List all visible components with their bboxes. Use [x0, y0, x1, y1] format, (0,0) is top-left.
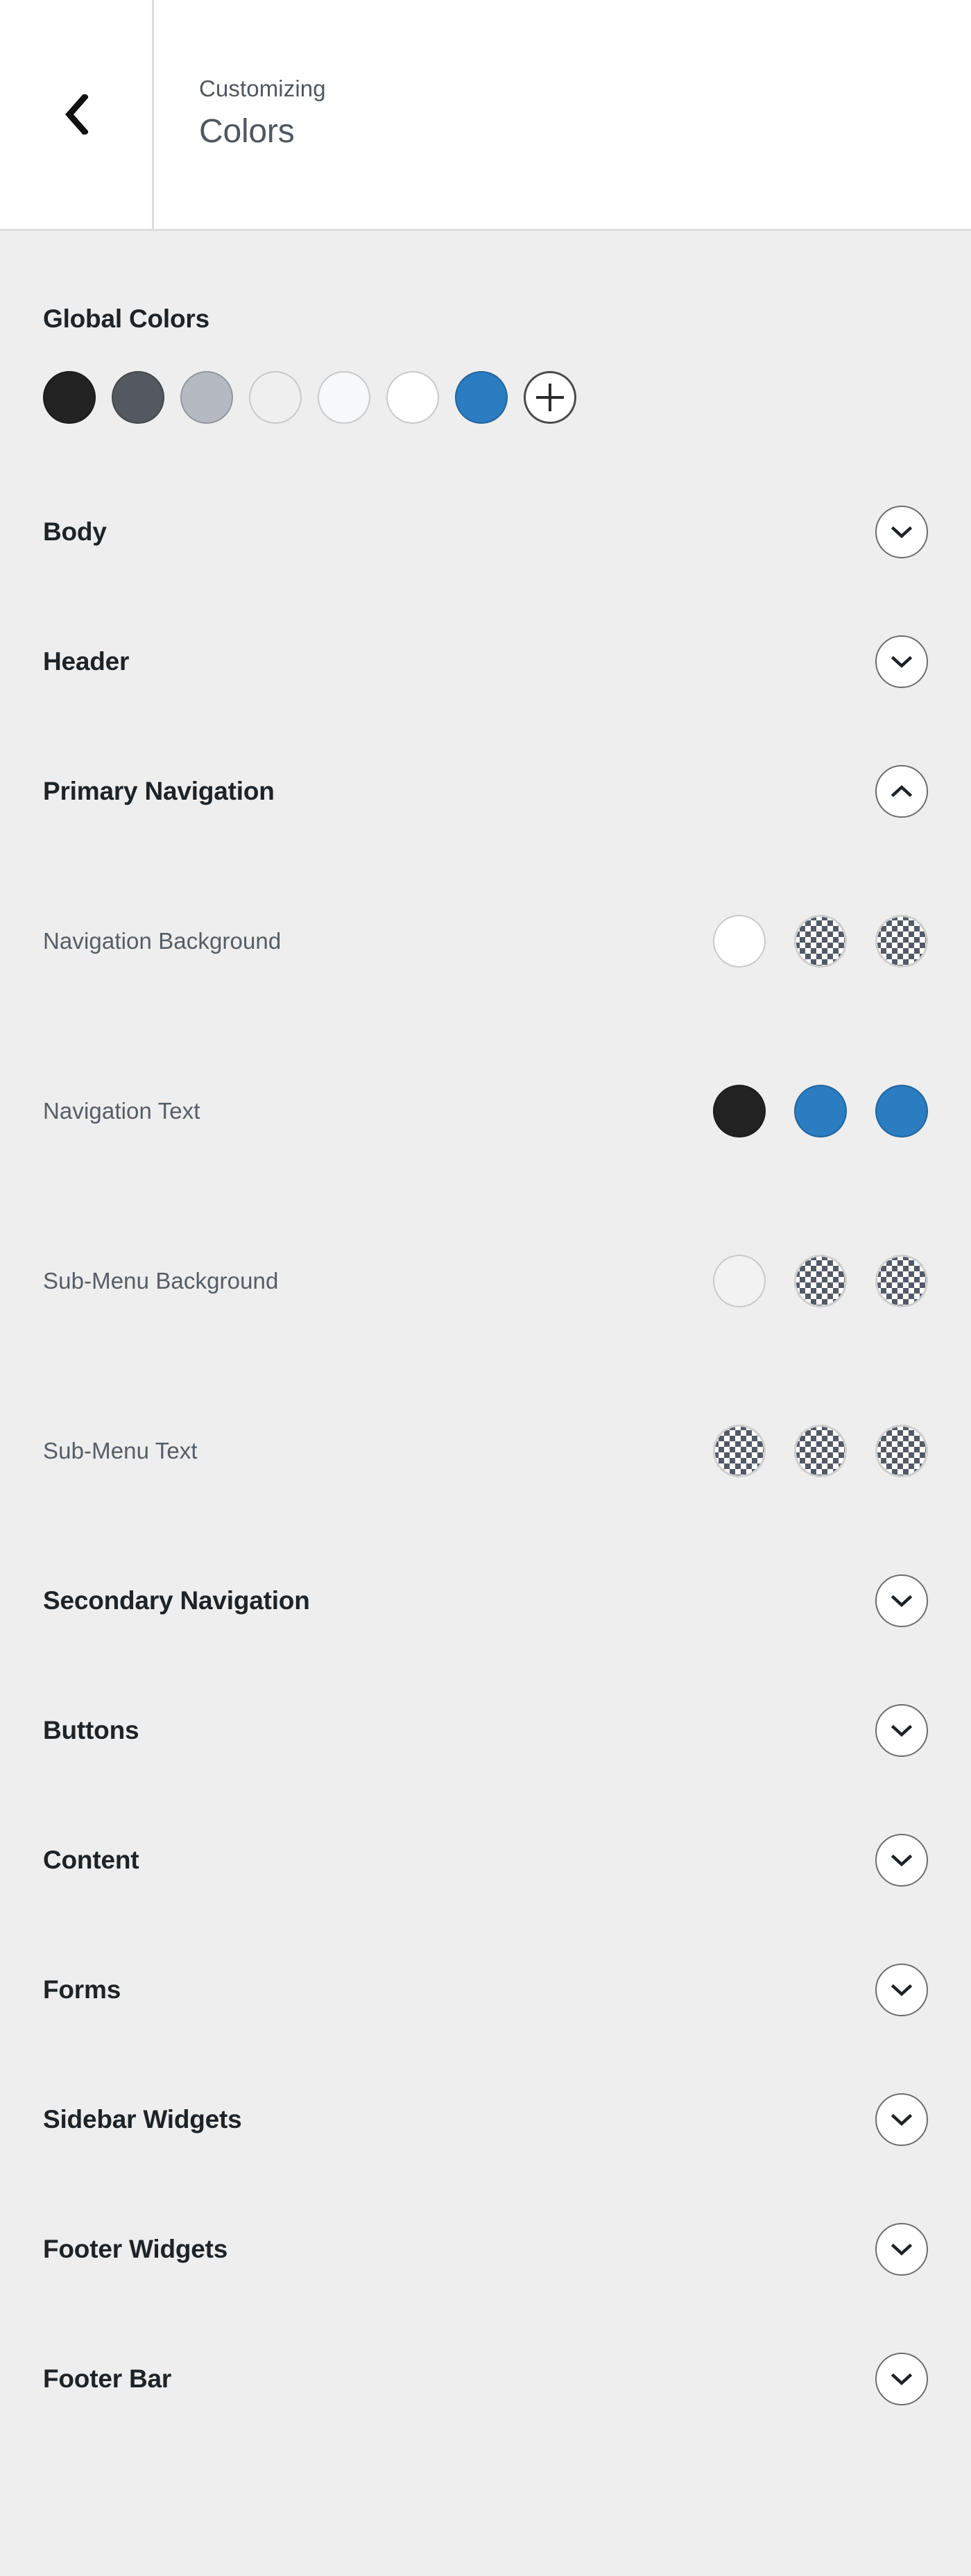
section-toggle-footer-widgets[interactable]	[875, 2222, 928, 2276]
chevron-down-icon	[891, 526, 913, 538]
control-row-sub-menu-text: Sub-Menu Text	[43, 1366, 928, 1536]
color-sections: Body Header Primary Navigation Navigation B…	[43, 467, 928, 2444]
control-swatches-sub-menu-text	[713, 1424, 928, 1477]
section-header-content[interactable]: Content	[43, 1795, 928, 1925]
chevron-down-icon	[891, 1595, 913, 1607]
section-toggle-content[interactable]	[875, 1833, 928, 1887]
control-row-navigation-background: Navigation Background	[43, 856, 928, 1026]
control-swatches-sub-menu-background	[713, 1254, 928, 1307]
control-row-sub-menu-background: Sub-Menu Background	[43, 1196, 928, 1366]
chevron-left-icon	[65, 94, 88, 135]
section-label-content: Content	[43, 1846, 139, 1874]
navigation-text-swatch-3[interactable]	[875, 1084, 928, 1137]
section-header-header[interactable]: Header	[43, 596, 928, 726]
section-label-forms: Forms	[43, 1975, 121, 2004]
global-color-4-swatch[interactable]	[249, 371, 302, 424]
breadcrumb-customizing: Customizing	[199, 75, 326, 101]
section-label-buttons: Buttons	[43, 1716, 139, 1744]
sub-menu-background-swatch-3[interactable]	[875, 1254, 928, 1307]
section-label-body: Body	[43, 517, 107, 546]
control-label-sub-menu-text: Sub-Menu Text	[43, 1438, 198, 1463]
global-color-2-swatch[interactable]	[112, 371, 164, 424]
section-toggle-sidebar-widgets[interactable]	[875, 2093, 928, 2146]
sub-menu-text-swatch-3[interactable]	[875, 1424, 928, 1477]
chevron-down-icon	[891, 2243, 913, 2256]
section-header-primary-navigation[interactable]: Primary Navigation	[43, 726, 928, 856]
chevron-down-icon	[891, 1984, 913, 1996]
section-toggle-primary-navigation[interactable]	[875, 764, 928, 818]
section-toggle-buttons[interactable]	[875, 1703, 928, 1757]
sub-menu-background-swatch-1[interactable]	[713, 1254, 766, 1307]
section-header-secondary-navigation[interactable]: Secondary Navigation	[43, 1536, 928, 1665]
chevron-down-icon	[891, 1724, 913, 1737]
global-colors-heading: Global Colors	[43, 304, 209, 333]
control-label-sub-menu-background: Sub-Menu Background	[43, 1268, 279, 1294]
navigation-text-swatch-1[interactable]	[713, 1084, 766, 1137]
customizer-colors-panel: Customizing Colors Global Colors Body Hea…	[0, 0, 971, 2576]
chevron-up-icon	[891, 784, 913, 797]
section-toggle-body[interactable]	[875, 505, 928, 558]
plus-icon	[536, 384, 564, 411]
section-label-footer-bar: Footer Bar	[43, 2364, 172, 2393]
control-swatches-navigation-background	[713, 914, 928, 968]
section-header-sidebar-widgets[interactable]: Sidebar Widgets	[43, 2054, 928, 2184]
panel-body: Global Colors Body Header Primary Navigati…	[0, 231, 971, 2444]
sub-menu-text-swatch-1[interactable]	[713, 1424, 766, 1477]
sub-menu-text-swatch-2[interactable]	[794, 1424, 847, 1477]
section-label-secondary-navigation: Secondary Navigation	[43, 1586, 310, 1615]
page-title: Colors	[199, 113, 295, 151]
section-toggle-header[interactable]	[875, 635, 928, 688]
chevron-down-icon	[891, 655, 913, 668]
global-color-6-swatch[interactable]	[386, 371, 439, 424]
global-color-7-swatch[interactable]	[455, 371, 508, 424]
panel-header: Customizing Colors	[0, 0, 971, 231]
section-label-sidebar-widgets: Sidebar Widgets	[43, 2105, 242, 2133]
section-toggle-secondary-navigation[interactable]	[875, 1574, 928, 1627]
back-button[interactable]	[0, 0, 154, 229]
section-toggle-footer-bar[interactable]	[875, 2352, 928, 2405]
section-header-footer-bar[interactable]: Footer Bar	[43, 2314, 928, 2444]
chevron-down-icon	[891, 2373, 913, 2385]
section-header-forms[interactable]: Forms	[43, 1925, 928, 2054]
header-titles: Customizing Colors	[154, 0, 971, 229]
section-label-header: Header	[43, 647, 130, 676]
control-swatches-navigation-text	[713, 1084, 928, 1137]
section-header-body[interactable]: Body	[43, 467, 928, 596]
global-color-5-swatch[interactable]	[318, 371, 370, 424]
navigation-background-swatch-1[interactable]	[713, 914, 766, 968]
control-row-navigation-text: Navigation Text	[43, 1026, 928, 1196]
global-color-3-swatch[interactable]	[180, 371, 233, 424]
navigation-background-swatch-2[interactable]	[794, 914, 847, 968]
global-colors-swatch-row	[43, 371, 928, 424]
global-colors-block: Global Colors	[43, 231, 928, 424]
section-header-footer-widgets[interactable]: Footer Widgets	[43, 2184, 928, 2314]
navigation-text-swatch-2[interactable]	[794, 1084, 847, 1137]
control-label-navigation-background: Navigation Background	[43, 928, 282, 954]
global-color-1-swatch[interactable]	[43, 371, 96, 424]
sub-menu-background-swatch-2[interactable]	[794, 1254, 847, 1307]
section-header-buttons[interactable]: Buttons	[43, 1665, 928, 1795]
navigation-background-swatch-3[interactable]	[875, 914, 928, 968]
chevron-down-icon	[891, 2113, 913, 2126]
control-label-navigation-text: Navigation Text	[43, 1098, 200, 1124]
section-label-footer-widgets: Footer Widgets	[43, 2235, 228, 2263]
add-global-color-button[interactable]	[524, 371, 576, 424]
section-content-primary-navigation: Navigation Background Navigation Text Sub-…	[43, 856, 928, 1536]
section-label-primary-navigation: Primary Navigation	[43, 777, 275, 805]
section-toggle-forms[interactable]	[875, 1963, 928, 2016]
chevron-down-icon	[891, 1854, 913, 1866]
